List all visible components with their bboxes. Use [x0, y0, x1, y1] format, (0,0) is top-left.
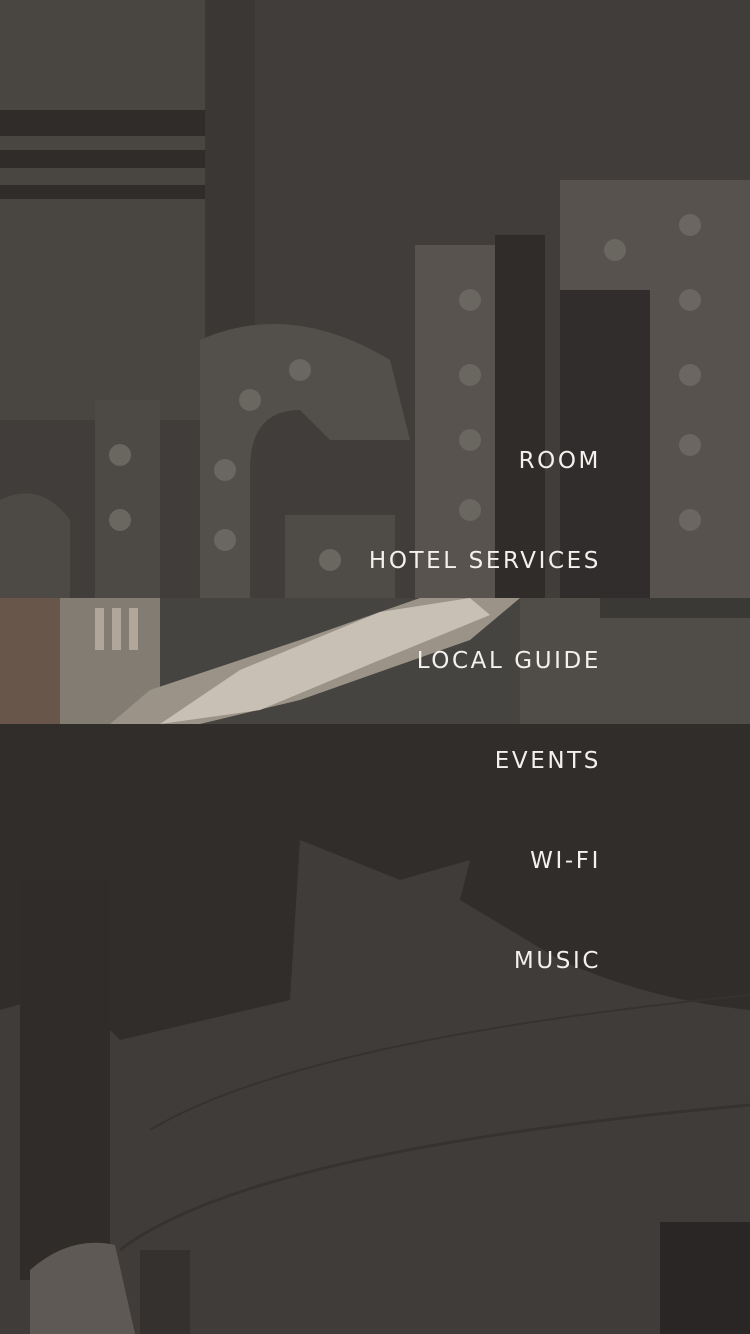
menu-item-label: MUSIC — [513, 948, 601, 974]
menu-item-local-guide[interactable]: LOCAL GUIDE — [0, 598, 750, 698]
menu-item-music[interactable]: MUSIC — [0, 898, 750, 998]
menu-item-label: EVENTS — [494, 748, 601, 774]
menu-item-label: HOTEL SERVICES — [368, 548, 601, 574]
menu-item-hotel-services[interactable]: HOTEL SERVICES — [0, 498, 750, 598]
menu-item-room[interactable]: ROOM — [0, 398, 750, 498]
menu-item-label: LOCAL GUIDE — [416, 648, 601, 674]
main-menu: ROOM HOTEL SERVICES LOCAL GUIDE EVENTS W… — [0, 398, 750, 998]
menu-item-label: WI-FI — [530, 848, 601, 874]
menu-item-label: ROOM — [518, 448, 601, 474]
app-screen: ROOM HOTEL SERVICES LOCAL GUIDE EVENTS W… — [0, 0, 750, 1334]
menu-item-events[interactable]: EVENTS — [0, 698, 750, 798]
menu-item-wifi[interactable]: WI-FI — [0, 798, 750, 898]
